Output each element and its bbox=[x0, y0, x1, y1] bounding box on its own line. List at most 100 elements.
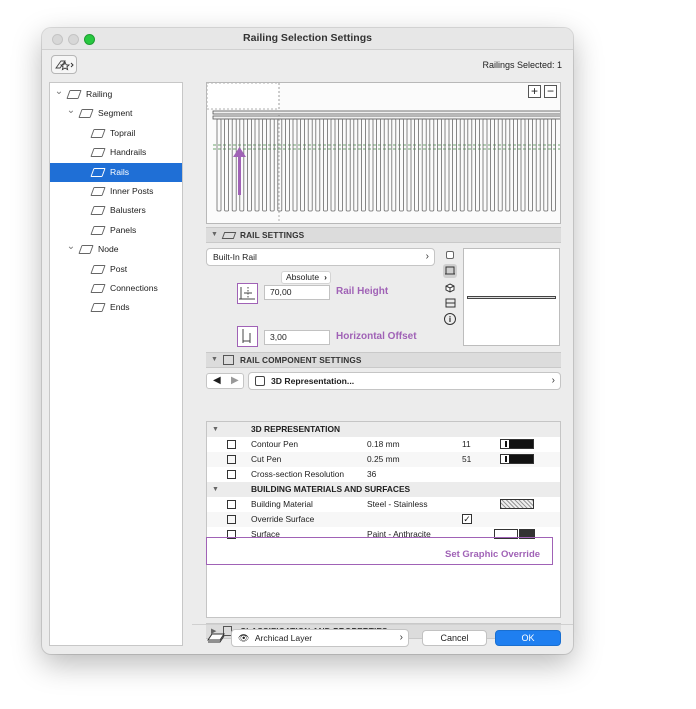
tree-item-inner-posts[interactable]: Inner Posts bbox=[50, 182, 182, 201]
selection-count: Railings Selected: 1 bbox=[482, 60, 562, 70]
layer-icon bbox=[207, 631, 225, 645]
horizontal-offset-icon bbox=[237, 326, 258, 347]
setting-value[interactable]: 0.25 mm bbox=[367, 452, 400, 467]
settings-row[interactable]: Contour Pen 0.18 mm 11 bbox=[207, 437, 560, 452]
representation-popup[interactable]: 3D Representation... › bbox=[248, 372, 561, 390]
cancel-button[interactable]: Cancel bbox=[422, 630, 487, 646]
chevron-right-icon: › bbox=[425, 251, 429, 262]
collapse-triangle-icon: ▼ bbox=[212, 486, 219, 493]
override-surface-checkbox[interactable]: ✓ bbox=[462, 514, 472, 524]
setting-value[interactable]: Paint - Anthracite bbox=[367, 527, 431, 542]
settings-row[interactable]: Building Material Steel - Stainless bbox=[207, 497, 560, 512]
chevron-down-icon[interactable]: ⌄ bbox=[66, 104, 76, 123]
railing-preview[interactable]: + − bbox=[206, 82, 561, 224]
setting-value[interactable]: 0.18 mm bbox=[367, 437, 400, 452]
surface-swatch-dark[interactable] bbox=[519, 529, 535, 539]
dialog-title: Railing Selection Settings bbox=[243, 32, 372, 44]
tree-item-segment[interactable]: ⌄ Segment bbox=[50, 104, 182, 123]
view-3d-cube-icon[interactable] bbox=[445, 283, 455, 295]
rail-component-settings-header[interactable]: ▼ RAIL COMPONENT SETTINGS bbox=[206, 352, 561, 368]
tree-item-panels[interactable]: Panels bbox=[50, 221, 182, 240]
group-header[interactable]: ▼ 3D REPRESENTATION bbox=[207, 422, 560, 437]
pen-number[interactable]: 51 bbox=[462, 452, 471, 467]
settings-row[interactable]: Override Surface ✓ bbox=[207, 512, 560, 527]
tree-item-label: Connections bbox=[110, 283, 158, 293]
footer-divider bbox=[192, 624, 573, 625]
tree-item-toprail[interactable]: Toprail bbox=[50, 124, 182, 143]
section-view-icon bbox=[445, 266, 455, 275]
favorites-button[interactable] bbox=[51, 55, 77, 74]
post-icon bbox=[90, 264, 106, 274]
setting-value[interactable]: 36 bbox=[367, 467, 376, 482]
nav-arrows: ◀ ▶ bbox=[206, 373, 244, 389]
view-section-button[interactable] bbox=[443, 264, 457, 278]
surface-swatch-light[interactable] bbox=[494, 529, 518, 539]
building-material-icon bbox=[227, 500, 236, 509]
component-settings-icon bbox=[223, 355, 234, 365]
group-header[interactable]: ▼ BUILDING MATERIALS AND SURFACES bbox=[207, 482, 560, 497]
settings-row[interactable]: Surface Paint - Anthracite bbox=[207, 527, 560, 542]
panels-icon bbox=[90, 225, 106, 235]
setting-name: Cross-section Resolution bbox=[251, 469, 345, 479]
rails-icon bbox=[90, 167, 106, 177]
rail-height-input[interactable]: 70,00 bbox=[264, 285, 330, 300]
pen-swatch[interactable] bbox=[500, 454, 534, 464]
setting-name: Cut Pen bbox=[251, 454, 282, 464]
horizontal-offset-input[interactable]: 3,00 bbox=[264, 330, 330, 345]
tree-item-railing[interactable]: ⌄ Railing bbox=[50, 85, 182, 104]
segment-icon bbox=[78, 109, 94, 119]
ok-button[interactable]: OK bbox=[495, 630, 561, 646]
settings-row[interactable]: Cross-section Resolution 36 bbox=[207, 467, 560, 482]
eye-icon: 👁 bbox=[238, 633, 250, 643]
rail-height-icon bbox=[237, 283, 258, 304]
pen-swatch[interactable] bbox=[500, 439, 534, 449]
chevron-down-icon[interactable]: ⌄ bbox=[66, 240, 76, 259]
material-swatch[interactable] bbox=[500, 499, 534, 509]
view-elevation-icon[interactable] bbox=[445, 298, 456, 310]
reference-popup[interactable]: Absolute › bbox=[281, 271, 331, 284]
tree-item-label: Railing bbox=[86, 89, 113, 99]
tree-item-label: Ends bbox=[110, 302, 130, 313]
section-title: RAIL SETTINGS bbox=[240, 230, 305, 240]
representation-value: 3D Representation... bbox=[271, 376, 355, 386]
chevron-right-icon: › bbox=[324, 272, 327, 282]
title-bar: Railing Selection Settings bbox=[42, 28, 573, 50]
layer-popup[interactable]: 👁 Archicad Layer › bbox=[231, 629, 409, 647]
chevron-right-icon: › bbox=[399, 632, 403, 643]
group-title: BUILDING MATERIALS AND SURFACES bbox=[251, 484, 411, 494]
chevron-right-icon: › bbox=[551, 375, 555, 386]
rail-type-popup[interactable]: Built-In Rail › bbox=[206, 248, 435, 266]
view-2d-icon[interactable] bbox=[446, 251, 454, 259]
section-title: RAIL COMPONENT SETTINGS bbox=[240, 355, 362, 365]
info-icon[interactable]: i bbox=[444, 313, 456, 325]
tree-item-ends[interactable]: Ends bbox=[50, 298, 182, 317]
settings-row[interactable]: Cut Pen 0.25 mm 51 bbox=[207, 452, 560, 467]
rail-settings-header[interactable]: ▼ RAIL SETTINGS bbox=[206, 227, 561, 243]
next-arrow-icon[interactable]: ▶ bbox=[231, 375, 239, 386]
override-surface-icon bbox=[227, 515, 236, 524]
tree-item-label: Node bbox=[98, 244, 119, 255]
pen-number[interactable]: 11 bbox=[462, 437, 471, 452]
tree-item-connections[interactable]: Connections bbox=[50, 279, 182, 298]
collapse-triangle-icon: ▼ bbox=[212, 426, 219, 433]
tree-item-balusters[interactable]: Balusters bbox=[50, 201, 182, 220]
zoom-out-button[interactable]: − bbox=[544, 85, 557, 98]
tree-item-handrails[interactable]: Handrails bbox=[50, 143, 182, 162]
tree-item-label: Rails bbox=[110, 166, 130, 177]
setting-name: Building Material bbox=[251, 499, 313, 509]
chevron-down-icon[interactable]: ⌄ bbox=[54, 85, 64, 104]
setting-name: Surface bbox=[251, 529, 280, 539]
collapse-triangle-icon: ▼ bbox=[211, 231, 218, 238]
zoom-in-button[interactable]: + bbox=[528, 85, 541, 98]
setting-name: Contour Pen bbox=[251, 439, 299, 449]
tree-item-rails[interactable]: Rails bbox=[50, 162, 182, 182]
setting-value[interactable]: Steel - Stainless bbox=[367, 497, 428, 512]
node-icon bbox=[78, 245, 94, 255]
tree-item-label: Post bbox=[110, 263, 128, 274]
tree-item-post[interactable]: Post bbox=[50, 260, 182, 279]
horizontal-offset-annotation: Horizontal Offset bbox=[336, 331, 417, 342]
rail-settings-icon bbox=[221, 232, 237, 239]
previous-arrow-icon[interactable]: ◀ bbox=[213, 375, 221, 386]
toprail-icon bbox=[90, 128, 106, 138]
tree-item-node[interactable]: ⌄ Node bbox=[50, 240, 182, 259]
